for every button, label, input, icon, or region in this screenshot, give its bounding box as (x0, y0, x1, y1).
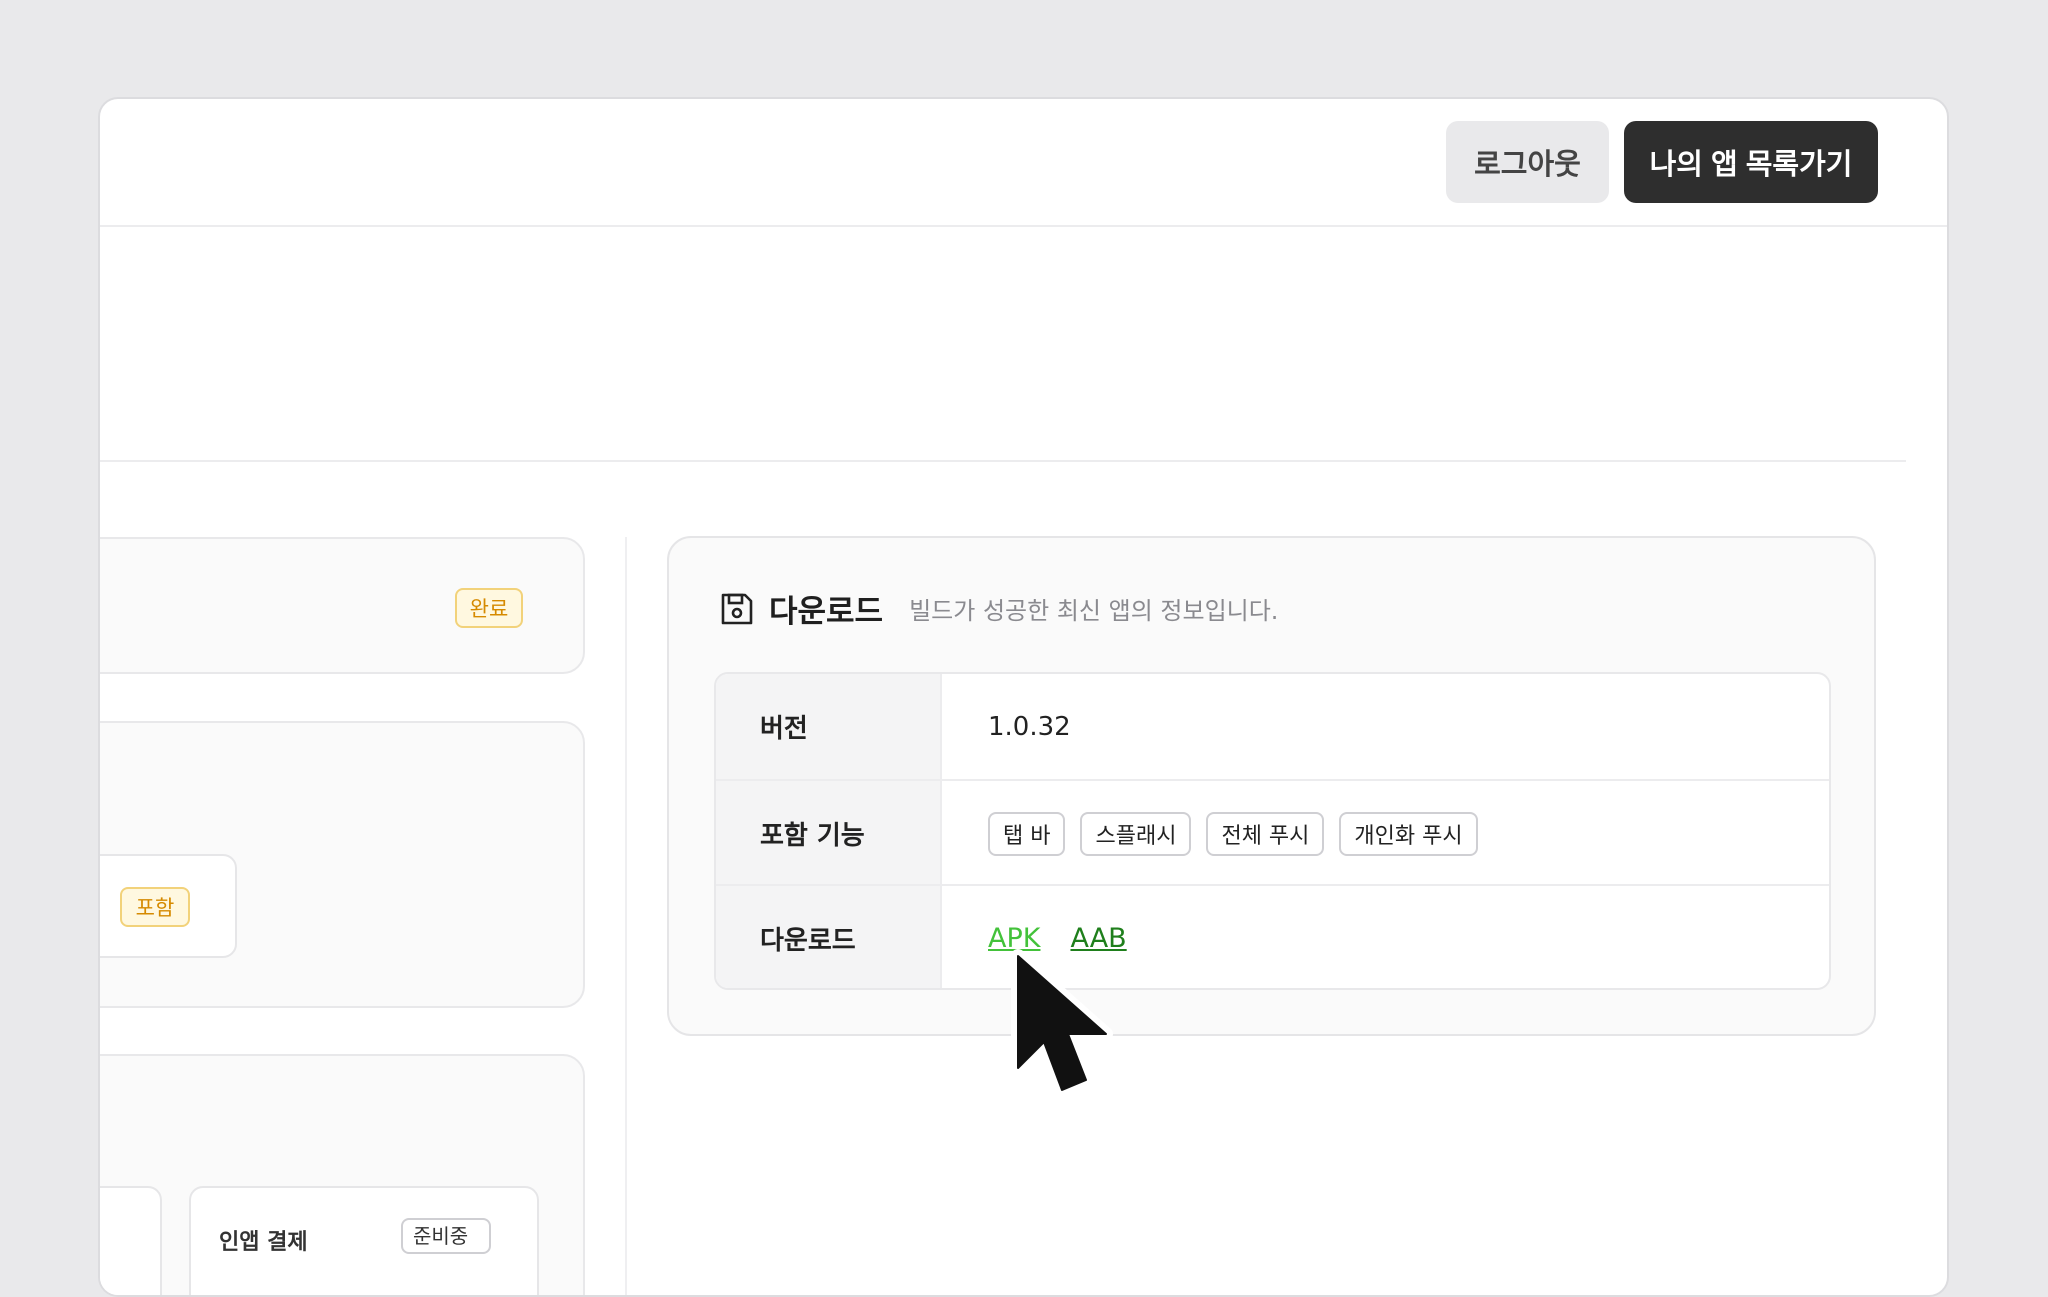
download-description: 빌드가 성공한 최신 앱의 정보입니다. (909, 597, 1279, 625)
download-card: 다운로드 빌드가 성공한 최신 앱의 정보입니다. 버전 1.0.32 포함 기… (667, 536, 1876, 1036)
download-header: 다운로드 빌드가 성공한 최신 앱의 정보입니다. (719, 586, 1278, 631)
feature-tag: 전체 푸시 (1206, 811, 1325, 856)
logout-button[interactable]: 로그아웃 (1446, 121, 1609, 203)
downloads-label: 다운로드 (716, 886, 942, 988)
table-row: 포함 기능 탭 바 스플래시 전체 푸시 개인화 푸시 (716, 779, 1829, 886)
app-header-area (100, 227, 1906, 462)
table-row: 버전 1.0.32 (716, 674, 1829, 779)
feature-tag: 개인화 푸시 (1339, 811, 1478, 856)
floppy-disk-icon (721, 593, 753, 624)
build-status-card: 완료 (100, 537, 585, 674)
mouse-cursor-icon (1011, 949, 1113, 1097)
payment-card: 인앱 결제 준비중 (100, 1054, 585, 1295)
feature-tag: 탭 바 (988, 811, 1066, 856)
features-value: 탭 바 스플래시 전체 푸시 개인화 푸시 (944, 781, 1829, 886)
top-bar: 로그아웃 나의 앱 목록가기 (100, 99, 1947, 227)
feature-card: 포함 (100, 721, 585, 1008)
status-badge: 완료 (455, 588, 523, 628)
features-label: 포함 기능 (716, 781, 942, 886)
app-window: 로그아웃 나의 앱 목록가기 완료 포함 인앱 결제 준비중 다운로드 빌드가 … (98, 97, 1949, 1297)
feature-item[interactable]: 포함 (100, 854, 237, 958)
build-info-table: 버전 1.0.32 포함 기능 탭 바 스플래시 전체 푸시 개인화 푸시 다운… (714, 672, 1831, 990)
download-title: 다운로드 (769, 594, 884, 630)
feature-included-badge: 포함 (120, 887, 190, 927)
column-divider (625, 537, 627, 1295)
version-label: 버전 (716, 674, 942, 779)
version-value: 1.0.32 (988, 711, 1071, 742)
my-apps-button[interactable]: 나의 앱 목록가기 (1624, 121, 1878, 203)
feature-tag: 스플래시 (1080, 811, 1192, 856)
payment-item-title: 인앱 결제 (219, 1230, 308, 1255)
payment-item[interactable] (100, 1186, 162, 1295)
table-row: 다운로드 APK AAB (716, 884, 1829, 988)
payment-item[interactable]: 인앱 결제 준비중 (189, 1186, 539, 1295)
payment-item-tag: 준비중 (401, 1218, 491, 1254)
